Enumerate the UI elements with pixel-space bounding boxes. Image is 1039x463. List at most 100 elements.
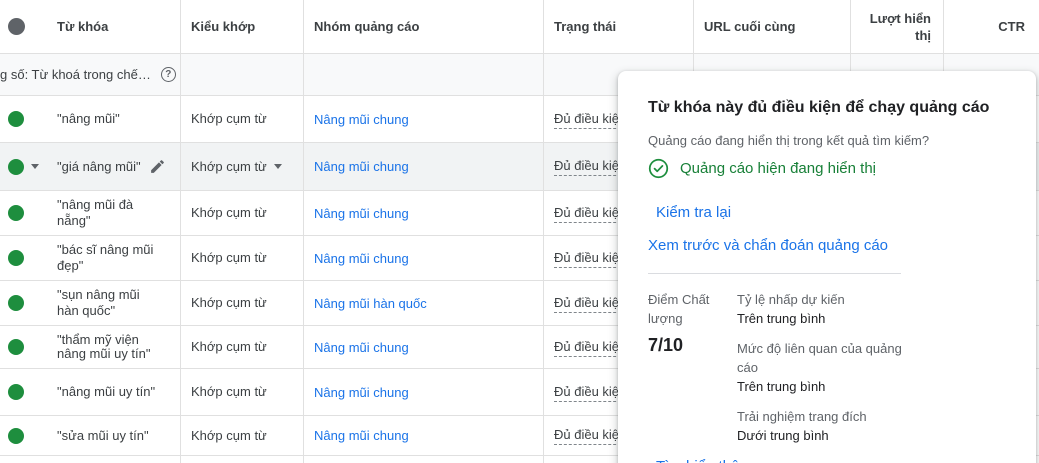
serving-status-row: Quảng cáo hiện đang hiển thị	[648, 158, 1016, 179]
metric-label: Trải nghiệm trang đích	[737, 407, 902, 426]
status-text[interactable]: Đủ điều kiện	[554, 249, 626, 268]
match-type-text: Khớp cụm từ	[191, 250, 267, 266]
header-status[interactable]: Trạng thái	[543, 0, 693, 53]
empty-cell	[303, 456, 543, 463]
header-ad-group[interactable]: Nhóm quảng cáo	[303, 0, 543, 53]
status-dot-filter-icon[interactable]	[8, 18, 25, 35]
keyword-text: "thẩm mỹ viện nâng mũi uy tín"	[57, 333, 162, 361]
match-type-text: Khớp cụm từ	[191, 428, 267, 444]
ad-group-cell: Nâng mũi chung	[303, 326, 543, 368]
status-text[interactable]: Đủ điều kiện	[554, 294, 626, 313]
match-type-text: Khớp cụm từ	[191, 339, 267, 355]
chevron-down-icon[interactable]	[31, 164, 39, 169]
keyword-status-popover: Từ khóa này đủ điều kiện để chạy quảng c…	[618, 71, 1036, 463]
header-match-type[interactable]: Kiểu khớp	[180, 0, 303, 53]
ad-group-cell: Nâng mũi chung	[303, 236, 543, 280]
popover-question: Quảng cáo đang hiển thị trong kết quả tì…	[648, 131, 933, 151]
metric-expected-ctr: Tỷ lệ nhấp dự kiến Trên trung bình	[737, 290, 902, 328]
keyword-cell[interactable]: "thẩm mỹ viện nâng mũi uy tín"	[47, 326, 180, 368]
header-status-dot-cell[interactable]	[0, 0, 47, 53]
keyword-cell[interactable]: "nâng mũi uy tín"	[47, 369, 180, 415]
preview-diagnose-link[interactable]: Xem trước và chẩn đoán quảng cáo	[648, 237, 1016, 254]
edit-pencil-icon[interactable]	[149, 158, 166, 175]
metric-value: Trên trung bình	[737, 377, 902, 396]
learn-more-link[interactable]: Tìm hiểu thêm	[656, 458, 752, 463]
status-dot-cell[interactable]	[0, 416, 47, 455]
match-type-cell[interactable]: Khớp cụm từ	[180, 416, 303, 455]
keyword-cell[interactable]: "sụn nâng mũi hàn quốc"	[47, 281, 180, 325]
match-type-cell[interactable]: Khớp cụm từ	[180, 143, 303, 190]
enabled-dot-icon	[8, 295, 24, 311]
quality-metrics: Tỷ lệ nhấp dự kiến Trên trung bình Mức đ…	[737, 290, 902, 456]
keyword-cell[interactable]: "nâng mũi"	[47, 96, 180, 142]
metric-ad-relevance: Mức độ liên quan của quảng cáo Trên trun…	[737, 339, 902, 396]
keyword-cell[interactable]: "sửa mũi uy tín"	[47, 416, 180, 455]
ad-group-link[interactable]: Nâng mũi chung	[314, 159, 409, 174]
quality-score-value: 7/10	[648, 335, 737, 356]
header-final-url[interactable]: URL cuối cùng	[693, 0, 850, 53]
status-dot-cell[interactable]	[0, 143, 47, 190]
keyword-cell[interactable]: "giá nâng mũi"	[47, 143, 180, 190]
header-ctr[interactable]: CTR	[943, 0, 1039, 53]
header-match-type-label: Kiểu khớp	[191, 19, 255, 34]
enabled-dot-icon	[8, 250, 24, 266]
keyword-cell[interactable]: "bác sĩ nâng mũi đẹp"	[47, 236, 180, 280]
ad-group-link[interactable]: Nâng mũi chung	[314, 385, 409, 400]
ad-group-link[interactable]: Nâng mũi chung	[314, 206, 409, 221]
status-text[interactable]: Đủ điều kiện	[554, 426, 626, 445]
status-text[interactable]: Đủ điều kiện	[554, 383, 626, 402]
ad-group-link[interactable]: Nâng mũi chung	[314, 428, 409, 443]
header-impressions[interactable]: Lượt hiển thị	[850, 0, 943, 53]
status-text[interactable]: Đủ điều kiện	[554, 204, 626, 223]
match-type-text: Khớp cụm từ	[191, 205, 267, 221]
metric-value: Dưới trung bình	[737, 426, 902, 445]
status-dot-cell[interactable]	[0, 236, 47, 280]
status-dot-cell[interactable]	[0, 369, 47, 415]
keyword-text: "sụn nâng mũi hàn quốc"	[57, 287, 162, 319]
match-type-cell[interactable]: Khớp cụm từ	[180, 281, 303, 325]
quality-score-section: Điểm Chất lượng 7/10 Tỷ lệ nhấp dự kiến …	[648, 290, 1016, 456]
enabled-dot-icon	[8, 205, 24, 221]
ad-group-link[interactable]: Nâng mũi hàn quốc	[314, 296, 427, 311]
table-header-row: Từ khóa Kiểu khớp Nhóm quảng cáo Trạng t…	[0, 0, 1039, 54]
help-icon[interactable]: ?	[161, 67, 176, 82]
match-type-cell[interactable]: Khớp cụm từ	[180, 326, 303, 368]
header-status-label: Trạng thái	[554, 19, 616, 34]
recheck-link[interactable]: Kiểm tra lại	[656, 204, 731, 221]
match-type-cell[interactable]: Khớp cụm từ	[180, 236, 303, 280]
summary-label-cell: g số: Từ khoá trong chế… ?	[0, 54, 180, 95]
status-dot-cell[interactable]	[0, 281, 47, 325]
match-type-cell[interactable]: Khớp cụm từ	[180, 369, 303, 415]
status-text[interactable]: Đủ điều kiện	[554, 110, 626, 129]
header-impressions-label: Lượt hiển thị	[859, 10, 931, 44]
metric-label: Tỷ lệ nhấp dự kiến	[737, 290, 902, 309]
keyword-text: "sửa mũi uy tín"	[57, 428, 149, 444]
metric-landing-page: Trải nghiệm trang đích Dưới trung bình	[737, 407, 902, 445]
header-keyword[interactable]: Từ khóa	[47, 0, 180, 53]
divider	[648, 273, 901, 274]
match-type-text: Khớp cụm từ	[191, 111, 267, 127]
keyword-text: "bác sĩ nâng mũi đẹp"	[57, 242, 162, 274]
keyword-cell[interactable]: "nâng mũi đà nẵng"	[47, 191, 180, 235]
header-ad-group-label: Nhóm quảng cáo	[314, 19, 419, 34]
match-type-cell[interactable]: Khớp cụm từ	[180, 191, 303, 235]
enabled-dot-icon	[8, 384, 24, 400]
keyword-text: "nâng mũi"	[57, 111, 120, 127]
keyword-text: "giá nâng mũi"	[57, 159, 141, 175]
ad-group-link[interactable]: Nâng mũi chung	[314, 112, 409, 127]
ad-group-link[interactable]: Nâng mũi chung	[314, 251, 409, 266]
status-dot-cell[interactable]	[0, 191, 47, 235]
quality-score-label: Điểm Chất lượng	[648, 290, 720, 328]
status-text[interactable]: Đủ điều kiện	[554, 338, 626, 357]
status-dot-cell[interactable]	[0, 96, 47, 142]
header-ctr-label: CTR	[998, 19, 1025, 34]
ad-group-link[interactable]: Nâng mũi chung	[314, 340, 409, 355]
status-dot-cell[interactable]	[0, 326, 47, 368]
check-circle-icon	[648, 158, 669, 179]
enabled-dot-icon	[8, 159, 24, 175]
popover-title: Từ khóa này đủ điều kiện để chạy quảng c…	[648, 97, 1016, 119]
chevron-down-icon[interactable]	[274, 164, 282, 169]
ad-group-cell: Nâng mũi chung	[303, 143, 543, 190]
match-type-cell[interactable]: Khớp cụm từ	[180, 96, 303, 142]
status-text[interactable]: Đủ điều kiện	[554, 157, 626, 176]
